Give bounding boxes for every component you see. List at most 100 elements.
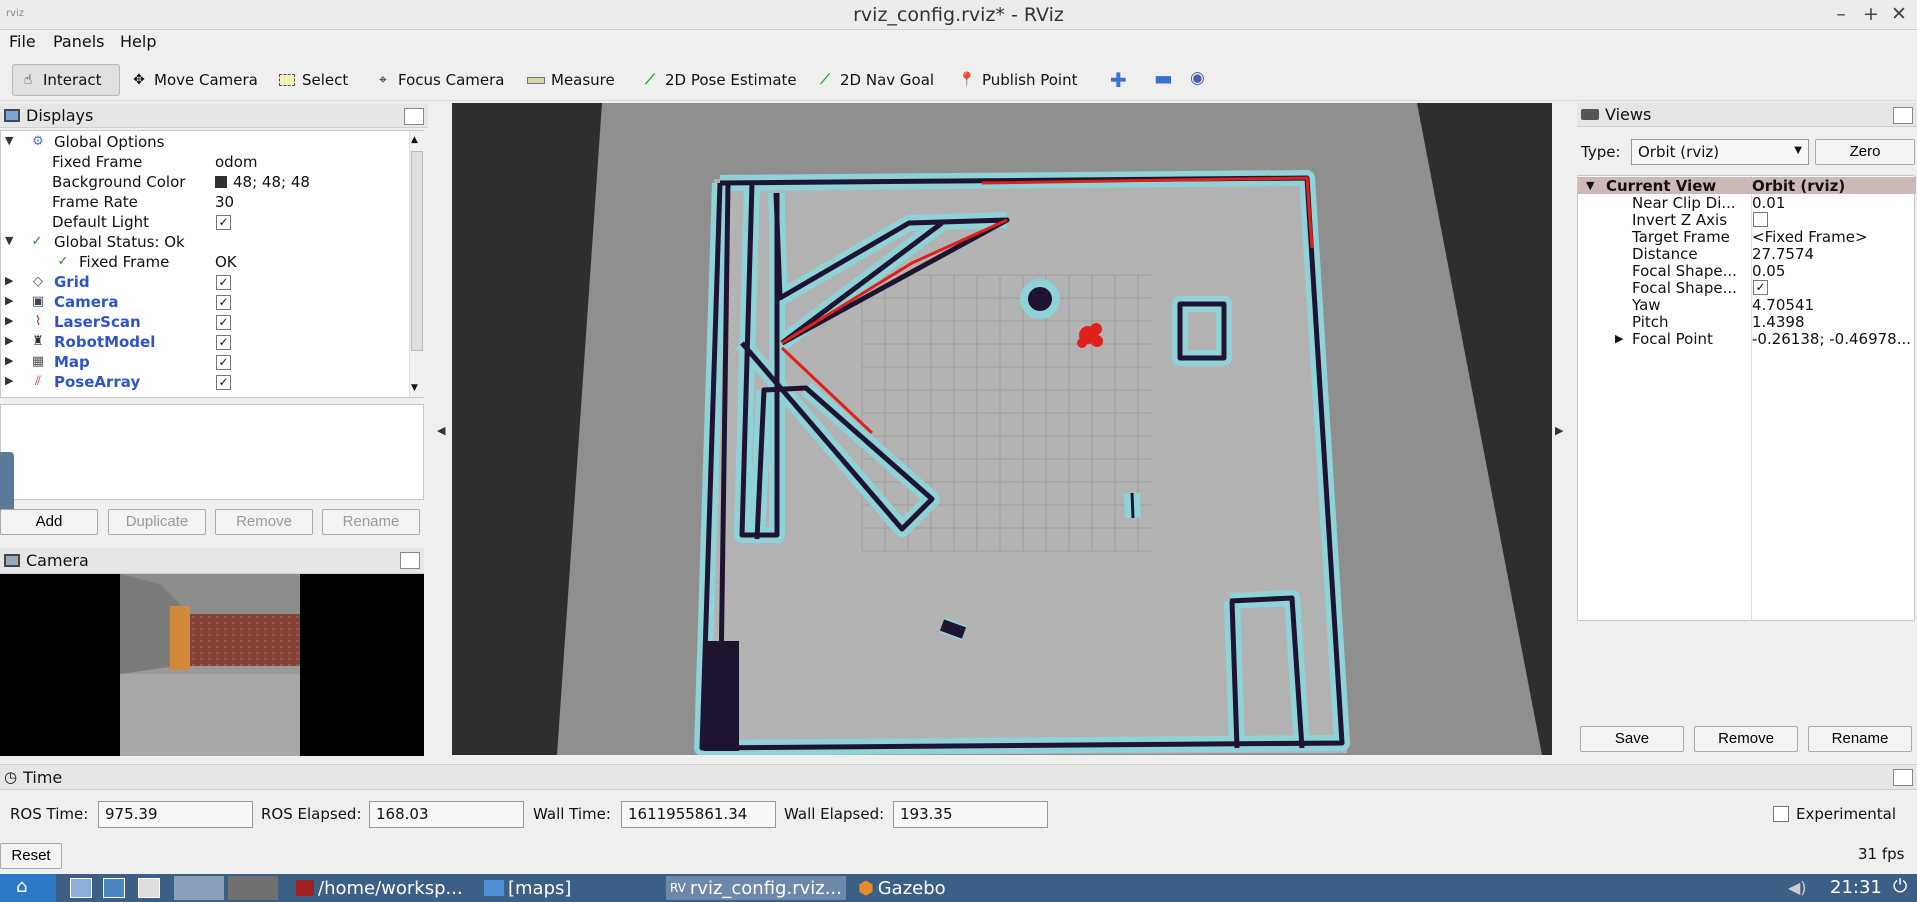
expand-arrow-icon[interactable]: ▶ bbox=[5, 294, 13, 307]
collapse-right-arrow-icon[interactable]: ▶ bbox=[1555, 424, 1563, 437]
tree-row-status-fixed-frame[interactable]: ✓ Fixed Frame OK bbox=[1, 252, 409, 272]
reset-button[interactable]: Reset bbox=[0, 843, 62, 869]
duplicate-button[interactable]: Duplicate bbox=[108, 509, 206, 535]
task-maps[interactable]: [maps] bbox=[484, 876, 571, 900]
views-float-button[interactable] bbox=[1893, 107, 1913, 124]
scroll-up-icon[interactable]: ▲ bbox=[411, 135, 418, 145]
prop-value[interactable]: 1.4398 bbox=[1752, 313, 1805, 331]
tree-row-background-color[interactable]: Background Color 48; 48; 48 bbox=[1, 172, 409, 192]
experimental-checkbox[interactable] bbox=[1773, 806, 1789, 822]
view-prop-row[interactable]: Distance 27.7574 bbox=[1578, 245, 1916, 263]
invert-z-checkbox[interactable] bbox=[1753, 212, 1768, 227]
checkbox[interactable]: ✓ bbox=[216, 215, 231, 230]
move-camera-tool[interactable]: ✥ Move Camera bbox=[124, 64, 264, 96]
prop-value[interactable]: -0.26138; -0.46978... bbox=[1752, 330, 1911, 348]
desktop-2-icon[interactable] bbox=[228, 876, 278, 900]
checkbox[interactable]: ✓ bbox=[216, 375, 231, 390]
expand-arrow-icon[interactable]: ▶ bbox=[5, 314, 13, 327]
tree-row-global-options[interactable]: ▼ ⚙ Global Options bbox=[1, 132, 409, 152]
expand-arrow-icon[interactable]: ▶ bbox=[1615, 332, 1623, 345]
maximize-icon[interactable]: + bbox=[1860, 3, 1882, 25]
save-view-button[interactable]: Save bbox=[1580, 726, 1684, 752]
close-icon[interactable]: ✕ bbox=[1888, 3, 1910, 25]
view-prop-row[interactable]: Near Clip Di... 0.01 bbox=[1578, 194, 1916, 212]
remove-tool-minus-icon[interactable]: ▬ bbox=[1154, 66, 1173, 90]
prop-value[interactable]: 4.70541 bbox=[1752, 296, 1814, 314]
view-prop-row[interactable]: Pitch 1.4398 bbox=[1578, 313, 1916, 331]
tree-value[interactable]: odom bbox=[215, 153, 258, 171]
time-float-button[interactable] bbox=[1893, 769, 1913, 786]
remove-display-button[interactable]: Remove bbox=[215, 509, 313, 535]
prop-value[interactable]: <Fixed Frame> bbox=[1752, 228, 1868, 246]
ros-time-field[interactable]: 975.39 bbox=[98, 801, 253, 828]
select-tool[interactable]: Select bbox=[272, 64, 354, 96]
tree-row-global-status[interactable]: ▼ ✓ Global Status: Ok bbox=[1, 232, 409, 252]
focal-shape-checkbox[interactable]: ✓ bbox=[1753, 280, 1768, 295]
tree-row-grid[interactable]: ▶ ◇ Grid ✓ bbox=[1, 272, 409, 292]
tree-value[interactable]: 48; 48; 48 bbox=[215, 173, 310, 191]
2d-pose-estimate-tool[interactable]: ⟋ 2D Pose Estimate bbox=[635, 64, 803, 96]
collapse-left-arrow-icon[interactable]: ◀ bbox=[437, 424, 445, 437]
tree-row-frame-rate[interactable]: Frame Rate 30 bbox=[1, 192, 409, 212]
wall-time-field[interactable]: 1611955861.34 bbox=[621, 801, 776, 828]
3d-render-view[interactable] bbox=[452, 103, 1552, 755]
add-button[interactable]: Add bbox=[0, 509, 98, 535]
tree-row-laserscan[interactable]: ▶ ⌇ LaserScan ✓ bbox=[1, 312, 409, 332]
view-prop-row[interactable]: Target Frame <Fixed Frame> bbox=[1578, 228, 1916, 246]
expand-arrow-icon[interactable]: ▶ bbox=[5, 354, 13, 367]
wall-elapsed-field[interactable]: 193.35 bbox=[893, 801, 1048, 828]
menu-file[interactable]: File bbox=[9, 32, 36, 51]
prop-value[interactable]: 0.01 bbox=[1752, 194, 1785, 212]
tree-row-camera[interactable]: ▶ ▣ Camera ✓ bbox=[1, 292, 409, 312]
task-rviz[interactable]: RV rviz_config.rviz... bbox=[666, 876, 846, 900]
remove-view-button[interactable]: Remove bbox=[1694, 726, 1798, 752]
menu-help[interactable]: Help bbox=[120, 32, 156, 51]
tree-scrollbar[interactable]: ▲ ▼ bbox=[409, 131, 424, 397]
view-prop-row[interactable]: Focal Shape... ✓ bbox=[1578, 279, 1916, 297]
file-manager-launcher-icon[interactable] bbox=[70, 878, 92, 898]
view-prop-row[interactable]: Invert Z Axis bbox=[1578, 211, 1916, 229]
collapse-arrow-icon[interactable]: ▼ bbox=[5, 134, 13, 147]
checkbox[interactable]: ✓ bbox=[216, 315, 231, 330]
checkbox[interactable]: ✓ bbox=[216, 295, 231, 310]
checkbox[interactable]: ✓ bbox=[216, 355, 231, 370]
ros-elapsed-field[interactable]: 168.03 bbox=[369, 801, 524, 828]
publish-point-tool[interactable]: 📍 Publish Point bbox=[952, 64, 1083, 96]
start-menu-button[interactable]: ⌂ bbox=[0, 874, 56, 902]
view-prop-row[interactable]: Yaw 4.70541 bbox=[1578, 296, 1916, 314]
2d-nav-goal-tool[interactable]: ⟋ 2D Nav Goal bbox=[810, 64, 940, 96]
focus-camera-tool[interactable]: ⌖ Focus Camera bbox=[368, 64, 510, 96]
displays-float-button[interactable] bbox=[404, 108, 424, 125]
prop-value[interactable]: 27.7574 bbox=[1752, 245, 1814, 263]
window-launcher-icon[interactable] bbox=[138, 878, 160, 898]
expand-arrow-icon[interactable]: ▶ bbox=[5, 374, 13, 387]
camera-float-button[interactable] bbox=[400, 552, 420, 569]
tree-row-fixed-frame[interactable]: Fixed Frame odom bbox=[1, 152, 409, 172]
scroll-down-icon[interactable]: ▼ bbox=[411, 383, 418, 393]
side-handle[interactable] bbox=[0, 452, 14, 514]
task-terminal[interactable]: /home/worksp... bbox=[296, 876, 463, 900]
current-view-row[interactable]: ▼ Current View Orbit (rviz) bbox=[1578, 177, 1916, 195]
tree-row-map[interactable]: ▶ ▦ Map ✓ bbox=[1, 352, 409, 372]
scrollbar-thumb[interactable] bbox=[411, 151, 423, 351]
view-prop-row[interactable]: Focal Shape... 0.05 bbox=[1578, 262, 1916, 280]
app-launcher-icon[interactable] bbox=[103, 878, 125, 898]
view-type-select[interactable]: Orbit (rviz) ▼ bbox=[1631, 139, 1809, 165]
tree-value[interactable]: 30 bbox=[215, 193, 234, 211]
add-tool-plus-icon[interactable]: ✚ bbox=[1110, 68, 1127, 92]
tool-properties-eye-icon[interactable]: ◉ bbox=[1190, 68, 1205, 88]
rename-display-button[interactable]: Rename bbox=[322, 509, 420, 535]
prop-value[interactable]: 0.05 bbox=[1752, 262, 1785, 280]
volume-icon[interactable]: ◀) bbox=[1788, 878, 1807, 897]
tree-row-robotmodel[interactable]: ▶ ♜ RobotModel ✓ bbox=[1, 332, 409, 352]
checkbox[interactable]: ✓ bbox=[216, 335, 231, 350]
desktop-1-icon[interactable] bbox=[174, 876, 224, 900]
collapse-arrow-icon[interactable]: ▼ bbox=[1586, 179, 1594, 192]
interact-tool[interactable]: ☝ Interact bbox=[12, 64, 120, 96]
expand-arrow-icon[interactable]: ▶ bbox=[5, 274, 13, 287]
map-render[interactable] bbox=[452, 103, 1552, 755]
measure-tool[interactable]: Measure bbox=[521, 64, 621, 96]
power-icon[interactable]: ⏻ bbox=[1893, 876, 1907, 897]
expand-arrow-icon[interactable]: ▶ bbox=[5, 334, 13, 347]
menu-panels[interactable]: Panels bbox=[53, 32, 105, 51]
